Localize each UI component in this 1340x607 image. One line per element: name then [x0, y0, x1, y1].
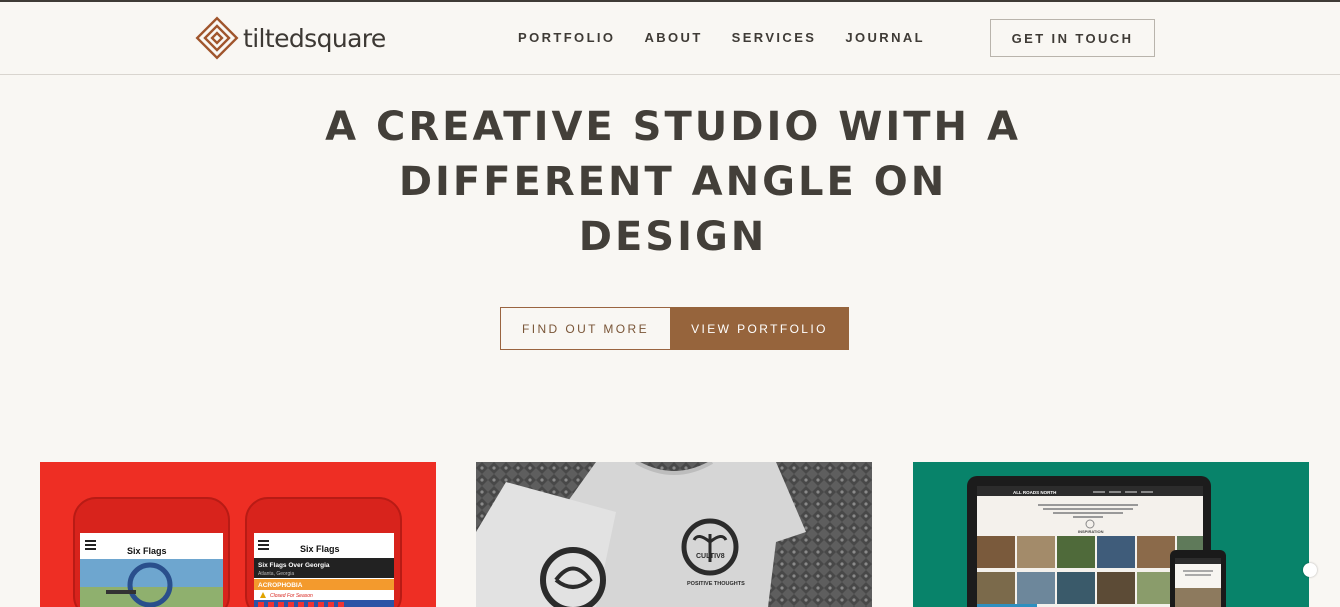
- cultiv8-brand: CULTIV8: [696, 553, 725, 560]
- ride-status: Closed For Season: [270, 593, 313, 599]
- six-flags-brand-right: Six Flags: [300, 544, 340, 554]
- logo[interactable]: tiltedsquare: [195, 16, 386, 60]
- ride-name: ACROPHOBIA: [258, 582, 303, 589]
- tilted-square-logo-icon: [195, 16, 239, 60]
- logo-text: tiltedsquare: [243, 23, 386, 53]
- view-portfolio-button[interactable]: VIEW PORTFOLIO: [670, 307, 849, 350]
- park-name: Six Flags Over Georgia: [258, 562, 330, 569]
- cultiv8-tagline: POSITIVE THOUGHTS: [687, 581, 745, 587]
- portfolio-tile-six-flags[interactable]: Six Flags Six Flags Six Flags Over Georg…: [40, 462, 436, 607]
- site-header: tiltedsquare PORTFOLIO ABOUT SERVICES JO…: [0, 2, 1340, 75]
- nav-about[interactable]: ABOUT: [644, 30, 702, 45]
- site-name: ALL ROADS NORTH: [1013, 490, 1056, 495]
- hero-title-line-3: DESIGN: [578, 214, 768, 260]
- cultiv8-shirt-photo: CULTIV8 POSITIVE THOUGHTS: [476, 462, 872, 607]
- nav-journal[interactable]: JOURNAL: [845, 30, 925, 45]
- six-flags-app-mockup: Six Flags Six Flags Six Flags Over Georg…: [73, 497, 402, 607]
- nav-portfolio[interactable]: PORTFOLIO: [518, 30, 615, 45]
- get-in-touch-button[interactable]: GET IN TOUCH: [990, 19, 1155, 57]
- park-location: Atlanta, Georgia: [258, 571, 294, 577]
- main-nav: PORTFOLIO ABOUT SERVICES JOURNAL: [518, 30, 954, 45]
- section-label: INSPIRATION: [1078, 529, 1104, 534]
- scroll-indicator-icon[interactable]: [1303, 563, 1317, 577]
- all-roads-north-device-mockup: ALL ROADS NORTH INSPIRATION: [967, 476, 1226, 607]
- nav-services[interactable]: SERVICES: [732, 30, 817, 45]
- portfolio-tile-cultiv8[interactable]: CULTIV8 POSITIVE THOUGHTS: [476, 462, 872, 607]
- hero-title: A CREATIVE STUDIO WITH A DIFFERENT ANGLE…: [300, 100, 1046, 265]
- find-out-more-button[interactable]: FIND OUT MORE: [500, 307, 671, 350]
- six-flags-brand-left: Six Flags: [127, 546, 167, 556]
- portfolio-tile-all-roads-north[interactable]: ALL ROADS NORTH INSPIRATION: [913, 462, 1309, 607]
- hero-title-line-1: A CREATIVE STUDIO WITH A: [325, 104, 1021, 150]
- hero-title-line-2: DIFFERENT ANGLE ON: [398, 159, 948, 205]
